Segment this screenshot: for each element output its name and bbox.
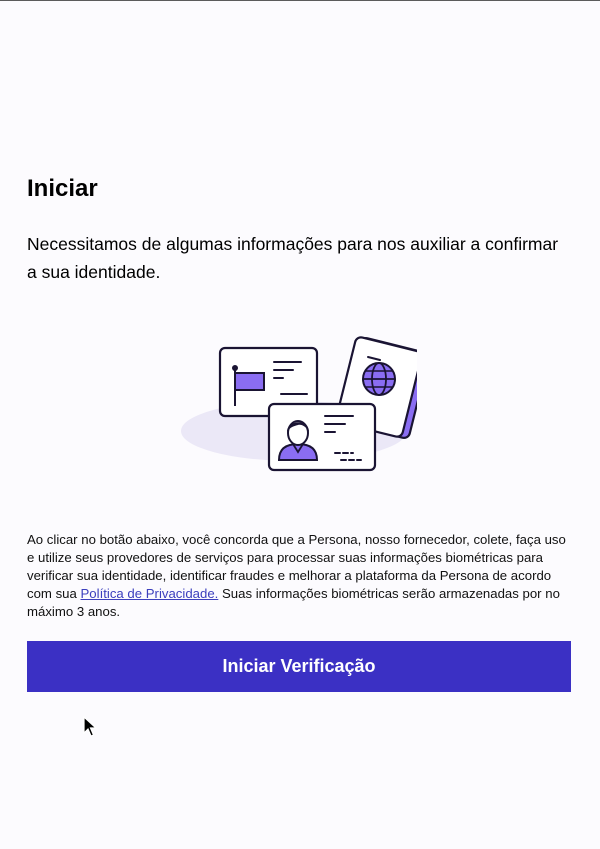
page-title: Iniciar [27, 175, 98, 202]
top-border [0, 0, 600, 1]
identity-documents-illustration [181, 336, 417, 472]
consent-text: Ao clicar no botão abaixo, você concorda… [27, 531, 571, 621]
start-verification-button[interactable]: Iniciar Verificação [27, 641, 571, 692]
id-card-person-icon [267, 402, 377, 472]
privacy-policy-link[interactable]: Política de Privacidade. [81, 586, 219, 601]
mouse-pointer-icon [83, 716, 97, 737]
page-subtitle: Necessitamos de algumas informações para… [27, 234, 559, 282]
